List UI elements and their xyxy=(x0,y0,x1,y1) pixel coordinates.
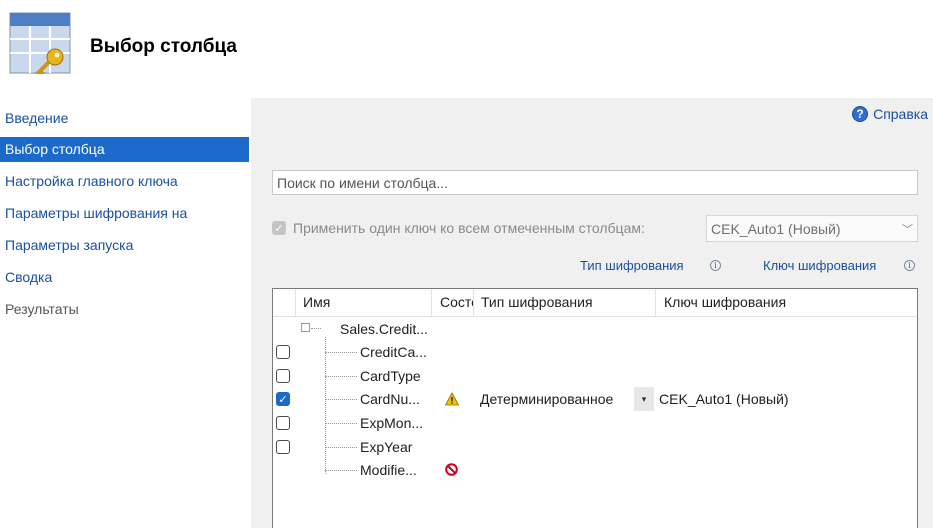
table-row[interactable]: ExpYear xyxy=(273,435,917,459)
nav-item-results: Результаты xyxy=(5,301,79,317)
encryption-type-link[interactable]: Тип шифрования xyxy=(580,258,684,273)
apply-one-key-checkbox: ✓ xyxy=(272,221,286,235)
row-checkbox[interactable]: ✓ xyxy=(276,392,290,406)
nav-item-column-selection[interactable]: Выбор столбца xyxy=(0,137,249,162)
column-name: Modifie... xyxy=(360,462,417,478)
tree-connector xyxy=(325,470,357,471)
grid-header: Имя Состо Тип шифрования Ключ шифрования xyxy=(273,289,917,317)
row-checkbox[interactable] xyxy=(276,369,290,383)
table-name: Sales.Credit... xyxy=(340,321,428,337)
row-checkbox[interactable] xyxy=(276,345,290,359)
wizard-header: Выбор столбца xyxy=(0,0,933,98)
table-row[interactable]: ExpMon... xyxy=(273,411,917,435)
wizard-nav: Введение Выбор столбца Настройка главног… xyxy=(0,98,249,528)
info-icon[interactable]: i xyxy=(904,260,915,271)
help-link[interactable]: ? Справка xyxy=(852,106,928,122)
header-encryption-type[interactable]: Тип шифрования xyxy=(473,289,655,316)
tree-node-table[interactable]: Sales.Credit... xyxy=(273,318,917,340)
table-key-icon xyxy=(9,12,71,74)
header-status[interactable]: Состо xyxy=(431,289,473,316)
header-name[interactable]: Имя xyxy=(295,289,431,316)
column-name: ExpYear xyxy=(360,439,413,455)
nav-item-summary[interactable]: Сводка xyxy=(0,265,249,290)
columns-grid: Имя Состо Тип шифрования Ключ шифрования… xyxy=(272,288,918,528)
tree-connector xyxy=(325,352,357,353)
row-checkbox[interactable] xyxy=(276,440,290,454)
table-row[interactable]: CardType xyxy=(273,364,917,388)
key-select-value: CEK_Auto1 (Новый) xyxy=(711,220,841,237)
encryption-key-value[interactable]: CEK_Auto1 (Новый) xyxy=(659,387,789,411)
tree-connector xyxy=(325,447,357,448)
apply-one-key-option: ✓ Применить один ключ ко всем отмеченным… xyxy=(272,220,645,236)
chevron-down-icon: ﹀ xyxy=(902,223,913,236)
page-title: Выбор столбца xyxy=(90,36,237,57)
blocked-icon xyxy=(445,463,458,476)
column-name: CardType xyxy=(360,368,421,384)
header-encryption-key[interactable]: Ключ шифрования xyxy=(655,289,917,316)
nav-item-encryption-settings[interactable]: Параметры шифрования на xyxy=(0,201,249,226)
nav-item-introduction[interactable]: Введение xyxy=(0,106,249,131)
help-icon: ? xyxy=(852,106,869,122)
column-name: ExpMon... xyxy=(360,415,424,431)
warning-icon xyxy=(445,392,459,406)
tree-connector xyxy=(325,376,357,377)
encryption-type-dropdown[interactable]: ▾ xyxy=(634,387,654,411)
tree-expander-icon[interactable] xyxy=(301,323,310,332)
key-select: CEK_Auto1 (Новый) ﹀ xyxy=(706,215,918,242)
tree-connector xyxy=(311,328,321,329)
column-search-input[interactable] xyxy=(272,170,918,195)
apply-one-key-label: Применить один ключ ко всем отмеченным с… xyxy=(293,220,645,236)
table-row[interactable]: CreditCa... xyxy=(273,340,917,364)
nav-item-run-settings[interactable]: Параметры запуска xyxy=(0,233,249,258)
header-checkbox-column xyxy=(273,289,295,316)
encryption-type-value: Детерминированное xyxy=(480,391,614,407)
encryption-key-link[interactable]: Ключ шифрования xyxy=(763,258,876,273)
table-row[interactable]: ✓ CardNu... Детерминированное ▾ CEK_Auto… xyxy=(273,387,917,411)
tree-connector xyxy=(325,399,357,400)
table-row: Modifie... xyxy=(273,458,917,482)
column-name: CreditCa... xyxy=(360,344,427,360)
main-panel: ? Справка ✓ Применить один ключ ко всем … xyxy=(251,98,933,528)
help-label: Справка xyxy=(873,106,928,122)
nav-item-master-key-config[interactable]: Настройка главного ключа xyxy=(0,169,249,194)
info-icon[interactable]: i xyxy=(710,260,721,271)
row-checkbox[interactable] xyxy=(276,416,290,430)
tree-connector xyxy=(325,423,357,424)
column-name: CardNu... xyxy=(360,391,420,407)
